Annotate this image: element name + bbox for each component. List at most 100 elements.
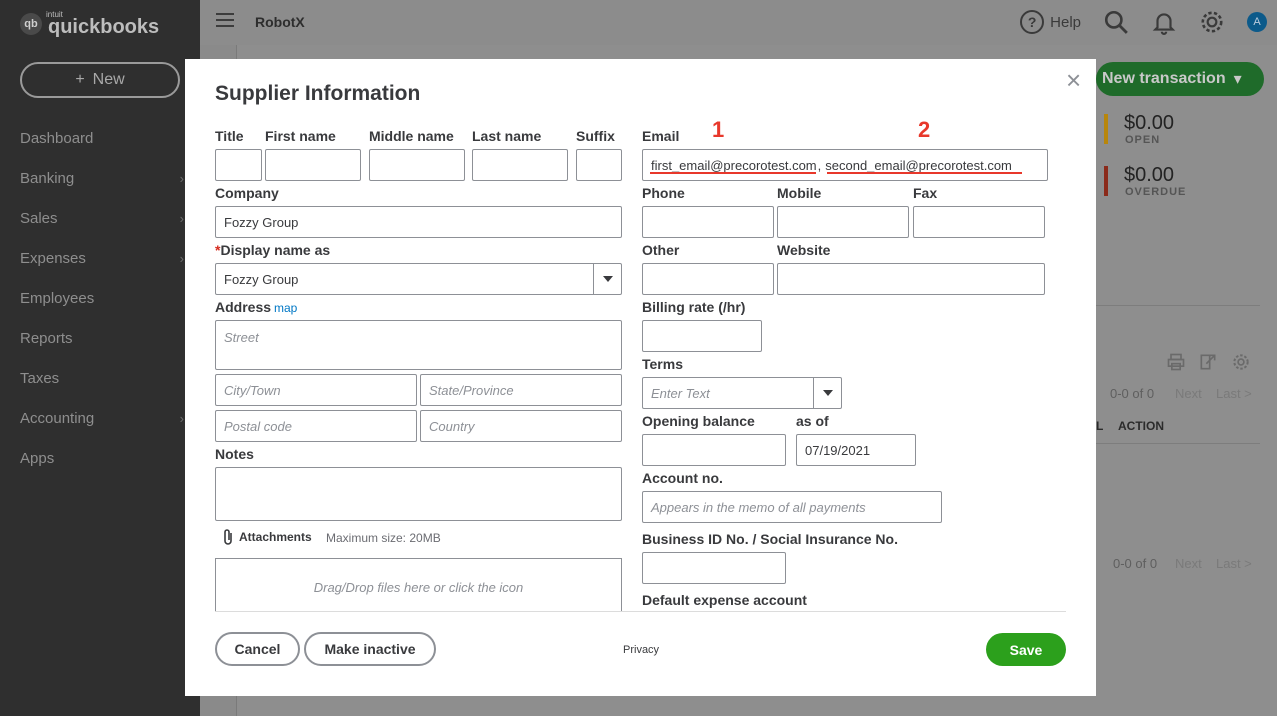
settings-icon[interactable] bbox=[1231, 352, 1251, 372]
chevron-right-icon: › bbox=[179, 170, 184, 186]
sidebar-item-label: Banking bbox=[20, 169, 75, 187]
pager-next[interactable]: Next bbox=[1175, 386, 1202, 401]
save-button[interactable]: Save bbox=[986, 633, 1066, 666]
chevron-right-icon: › bbox=[179, 250, 184, 266]
display-name-value: Fozzy Group bbox=[224, 271, 299, 287]
middle-name-input[interactable] bbox=[369, 149, 465, 181]
title-label: Title bbox=[215, 128, 244, 144]
max-size-text: Maximum size: 20MB bbox=[326, 531, 441, 545]
email-label: Email bbox=[642, 128, 680, 144]
terms-select[interactable]: Enter Text bbox=[642, 377, 842, 409]
sidebar-item-label: Expenses bbox=[20, 249, 86, 267]
postal-code-input[interactable]: Postal code bbox=[215, 410, 417, 442]
street-input[interactable]: Street bbox=[215, 320, 622, 370]
gear-icon[interactable] bbox=[1199, 9, 1225, 35]
account-no-input[interactable]: Appears in the memo of all payments bbox=[642, 491, 942, 523]
display-name-label-text: Display name as bbox=[220, 242, 331, 258]
export-icon[interactable] bbox=[1198, 352, 1218, 372]
company-name: RobotX bbox=[255, 14, 305, 30]
email-value-1: first_email@precorotest.com bbox=[651, 157, 817, 173]
qb-logo-icon: qb bbox=[20, 12, 42, 35]
column-header-l: L bbox=[1096, 419, 1104, 433]
sidebar-item-label: Accounting bbox=[20, 409, 95, 427]
avatar[interactable]: A bbox=[1247, 12, 1267, 32]
state-input[interactable]: State/Province bbox=[420, 374, 622, 406]
top-icons: ? Help A bbox=[1020, 9, 1267, 35]
other-input[interactable] bbox=[642, 263, 774, 295]
terms-label: Terms bbox=[642, 356, 683, 372]
mobile-label: Mobile bbox=[777, 185, 822, 201]
footer-divider bbox=[215, 611, 1066, 612]
sidebar-item-apps[interactable]: Apps bbox=[0, 438, 200, 478]
bell-icon[interactable] bbox=[1151, 9, 1177, 35]
help-button[interactable]: ? Help bbox=[1020, 10, 1081, 34]
sidebar-item-accounting[interactable]: Accounting › bbox=[0, 398, 200, 438]
caret-down-icon: ▾ bbox=[1233, 71, 1242, 88]
pager-last[interactable]: Last > bbox=[1216, 386, 1252, 401]
sidebar-item-label: Apps bbox=[20, 449, 55, 467]
business-id-label: Business ID No. / Social Insurance No. bbox=[642, 531, 898, 547]
annotation-number-2: 2 bbox=[918, 117, 931, 142]
map-link[interactable]: map bbox=[274, 301, 297, 315]
divider bbox=[1096, 305, 1260, 306]
attachments-button[interactable]: Attachments bbox=[221, 528, 312, 546]
close-icon[interactable]: × bbox=[1066, 67, 1081, 93]
chevron-right-icon: › bbox=[179, 210, 184, 226]
last-name-input[interactable] bbox=[472, 149, 568, 181]
email-value-2: second_email@precorotest.com bbox=[825, 157, 1012, 173]
middle-name-label: Middle name bbox=[369, 128, 454, 144]
overdue-label: OVERDUE bbox=[1125, 186, 1187, 198]
title-input[interactable] bbox=[215, 149, 262, 181]
attachment-dropzone[interactable]: Drag/Drop files here or click the icon bbox=[215, 558, 622, 611]
sidebar-item-sales[interactable]: Sales › bbox=[0, 198, 200, 238]
country-input[interactable]: Country bbox=[420, 410, 622, 442]
sidebar-item-taxes[interactable]: Taxes bbox=[0, 358, 200, 398]
help-label: Help bbox=[1050, 13, 1081, 31]
website-input[interactable] bbox=[777, 263, 1045, 295]
sidebar-item-label: Reports bbox=[20, 329, 73, 347]
opening-balance-input[interactable] bbox=[642, 434, 786, 466]
dialog-title: Supplier Information bbox=[215, 82, 421, 105]
new-button[interactable]: + New bbox=[20, 62, 180, 98]
first-name-input[interactable] bbox=[265, 149, 361, 181]
as-of-label: as of bbox=[796, 413, 829, 429]
paperclip-icon bbox=[224, 529, 232, 545]
company-input[interactable]: Fozzy Group bbox=[215, 206, 622, 238]
hamburger-menu-icon[interactable] bbox=[216, 13, 234, 27]
other-label: Other bbox=[642, 242, 680, 258]
pager-last[interactable]: Last > bbox=[1216, 556, 1252, 571]
fax-label: Fax bbox=[913, 185, 938, 201]
sidebar-item-reports[interactable]: Reports bbox=[0, 318, 200, 358]
city-input[interactable]: City/Town bbox=[215, 374, 417, 406]
sidebar-item-expenses[interactable]: Expenses › bbox=[0, 238, 200, 278]
cancel-button[interactable]: Cancel bbox=[215, 632, 300, 666]
pager-next[interactable]: Next bbox=[1175, 556, 1202, 571]
quickbooks-logo[interactable]: qb intuit quickbooks bbox=[20, 8, 159, 39]
print-icon[interactable] bbox=[1166, 352, 1186, 372]
privacy-link[interactable]: Privacy bbox=[623, 644, 659, 656]
as-of-date-input[interactable]: 07/19/2021 bbox=[796, 434, 916, 466]
billing-rate-input[interactable] bbox=[642, 320, 762, 352]
brand-name: quickbooks bbox=[48, 16, 160, 38]
make-inactive-button[interactable]: Make inactive bbox=[304, 632, 436, 666]
new-transaction-button[interactable]: New transaction ▾ bbox=[1096, 62, 1264, 96]
dropzone-text: Drag/Drop files here or click the icon bbox=[313, 579, 524, 595]
fax-input[interactable] bbox=[913, 206, 1045, 238]
sidebar-item-banking[interactable]: Banking › bbox=[0, 158, 200, 198]
overdue-bar bbox=[1104, 166, 1108, 196]
mobile-input[interactable] bbox=[777, 206, 909, 238]
terms-placeholder: Enter Text bbox=[651, 385, 710, 401]
sidebar-item-employees[interactable]: Employees bbox=[0, 278, 200, 318]
display-name-select[interactable]: Fozzy Group bbox=[215, 263, 622, 295]
sidebar-item-dashboard[interactable]: Dashboard bbox=[0, 118, 200, 158]
chevron-down-icon[interactable] bbox=[593, 264, 621, 294]
phone-input[interactable] bbox=[642, 206, 774, 238]
business-id-input[interactable] bbox=[642, 552, 786, 584]
suffix-input[interactable] bbox=[576, 149, 622, 181]
notes-textarea[interactable] bbox=[215, 467, 622, 521]
notes-label: Notes bbox=[215, 446, 254, 462]
search-icon[interactable] bbox=[1103, 9, 1129, 35]
open-amount: $0.00 bbox=[1124, 112, 1175, 134]
email-input[interactable]: first_email@precorotest.com, second_email… bbox=[642, 149, 1048, 181]
chevron-down-icon[interactable] bbox=[813, 378, 841, 408]
